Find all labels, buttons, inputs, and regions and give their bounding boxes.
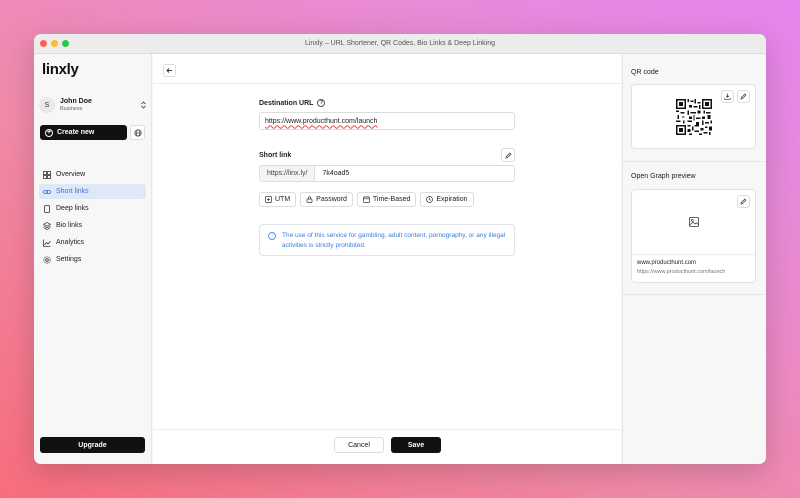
main-panel: Destination URL ? https://www.producthun… [153, 54, 621, 464]
short-link-label: Short link [259, 151, 292, 159]
pencil-icon [505, 152, 511, 158]
sidebar-item-label: Bio links [56, 222, 83, 229]
sidebar-item-label: Analytics [56, 239, 85, 246]
globe-button[interactable] [130, 125, 145, 140]
qr-code-image [676, 99, 712, 135]
account-switcher[interactable]: S John Doe Business [39, 94, 147, 116]
qr-code-card [631, 84, 756, 149]
destination-url-value: https://www.producthunt.com/launch [265, 117, 378, 125]
maximize-window-button[interactable] [62, 40, 69, 47]
link-icon [43, 188, 51, 196]
sidebar-nav: Overview Short links Deep links Bio link… [39, 167, 146, 269]
minimize-window-button[interactable] [51, 40, 58, 47]
sidebar-item-label: Deep links [56, 205, 89, 212]
phone-icon [43, 204, 51, 213]
download-qr-button[interactable] [721, 90, 734, 103]
gear-icon [43, 255, 51, 264]
sidebar-item-analytics[interactable]: Analytics [39, 235, 146, 250]
preview-panel: QR code Open Graph preview www.producthu… [622, 54, 766, 464]
create-new-label: Create new [57, 129, 95, 136]
user-plan: Business [60, 105, 83, 112]
sidebar-item-settings[interactable]: Settings [39, 252, 146, 267]
utm-option-label: UTM [275, 196, 291, 203]
sidebar: linxly S John Doe Business + Create new … [34, 54, 152, 464]
lock-icon [306, 196, 313, 203]
grid-icon [43, 170, 51, 179]
chevron-up-down-icon [141, 101, 146, 109]
open-graph-label: Open Graph preview [631, 173, 696, 180]
info-icon: i [268, 232, 276, 240]
download-icon [724, 93, 731, 100]
save-button[interactable]: Save [391, 437, 441, 453]
destination-url-label-text: Destination URL [259, 99, 314, 107]
cancel-button[interactable]: Cancel [334, 437, 384, 453]
password-option-button[interactable]: Password [300, 192, 353, 207]
destination-url-label: Destination URL ? [259, 98, 515, 108]
user-name: John Doe [60, 97, 92, 105]
upgrade-button[interactable]: Upgrade [40, 437, 145, 453]
edit-qr-button[interactable] [737, 90, 750, 103]
calendar-icon [363, 196, 370, 203]
time-based-option-button[interactable]: Time-Based [356, 192, 417, 207]
time-based-option-label: Time-Based [372, 196, 411, 203]
sidebar-item-label: Overview [56, 171, 86, 178]
panel-divider [623, 294, 766, 295]
utm-option-button[interactable]: UTM [259, 192, 297, 207]
arrow-left-icon [166, 68, 172, 73]
edit-short-link-button[interactable] [501, 148, 515, 162]
create-new-button[interactable]: + Create new [40, 125, 127, 140]
link-options: UTM Password Time-Based Expiration [259, 192, 515, 207]
app-logo: linxly [42, 61, 79, 78]
open-graph-card: www.producthunt.com https://www.producth… [631, 189, 756, 283]
layers-icon [43, 221, 51, 230]
policy-notice-text: The use of this service for gambling, ad… [282, 232, 506, 249]
plus-square-icon [265, 196, 272, 203]
window-controls [40, 40, 69, 47]
edit-open-graph-button[interactable] [737, 195, 750, 208]
pencil-icon [740, 198, 747, 205]
app-window: Linxly – URL Shortener, QR Codes, Bio Li… [34, 34, 766, 464]
sidebar-item-overview[interactable]: Overview [39, 167, 146, 182]
close-window-button[interactable] [40, 40, 47, 47]
back-button[interactable] [163, 64, 176, 77]
window-title: Linxly – URL Shortener, QR Codes, Bio Li… [304, 40, 495, 47]
sidebar-item-label: Settings [56, 256, 82, 263]
image-placeholder-icon [688, 217, 699, 227]
sidebar-item-short-links[interactable]: Short links [39, 184, 146, 199]
short-link-slug-input[interactable]: 7k4oad5 [315, 166, 356, 181]
form-footer: Cancel Save [153, 429, 621, 464]
plus-circle-icon: + [45, 128, 53, 137]
short-link-field[interactable]: https://linx.ly/ 7k4oad5 [259, 165, 515, 182]
policy-notice: i The use of this service for gambling, … [259, 224, 515, 256]
open-graph-domain: www.producthunt.com [637, 260, 697, 266]
globe-icon [133, 128, 142, 137]
link-form: Destination URL ? https://www.producthun… [259, 98, 515, 256]
expiration-option-label: Expiration [436, 196, 468, 203]
avatar: S [39, 97, 55, 113]
qr-code-label: QR code [631, 69, 659, 76]
open-graph-image [632, 190, 755, 255]
sidebar-item-label: Short links [56, 188, 89, 195]
short-link-prefix: https://linx.ly/ [260, 166, 316, 181]
top-bar [153, 54, 621, 84]
open-graph-url: https://www.producthunt.com/launch [637, 269, 726, 275]
password-option-label: Password [316, 196, 347, 203]
destination-url-input[interactable]: https://www.producthunt.com/launch [259, 112, 515, 130]
help-icon[interactable]: ? [317, 99, 326, 107]
sidebar-item-deep-links[interactable]: Deep links [39, 201, 146, 216]
clock-icon [426, 196, 434, 203]
panel-divider [623, 161, 766, 162]
sidebar-item-bio-links[interactable]: Bio links [39, 218, 146, 233]
title-bar: Linxly – URL Shortener, QR Codes, Bio Li… [34, 34, 766, 54]
chart-icon [43, 239, 51, 247]
pencil-icon [740, 93, 747, 100]
expiration-option-button[interactable]: Expiration [420, 192, 474, 207]
